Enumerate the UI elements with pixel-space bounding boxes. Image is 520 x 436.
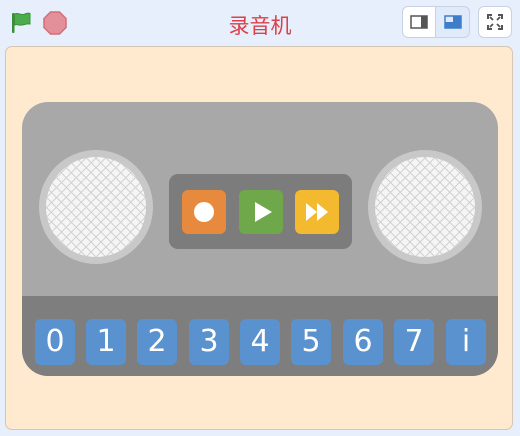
key-5[interactable]: 5 (291, 319, 331, 365)
large-stage-icon (443, 15, 462, 29)
play-icon (255, 202, 272, 222)
right-speaker (368, 150, 482, 264)
fast-forward-icon (306, 203, 328, 221)
fullscreen-button[interactable] (478, 6, 512, 38)
right-speaker-mesh (375, 157, 475, 257)
left-speaker (39, 150, 153, 264)
key-3[interactable]: 3 (189, 319, 229, 365)
transport-controls (169, 174, 352, 249)
small-stage-icon (410, 15, 428, 29)
small-stage-button[interactable] (402, 6, 436, 38)
play-button[interactable] (239, 190, 283, 234)
top-bar: 录音机 (0, 0, 520, 46)
stage-size-toggle (402, 6, 470, 38)
stage[interactable]: 0 1 2 3 4 5 6 7 i (5, 46, 513, 430)
key-info[interactable]: i (446, 319, 486, 365)
record-icon (194, 202, 214, 222)
fullscreen-icon (487, 14, 503, 30)
left-speaker-mesh (46, 157, 146, 257)
key-1[interactable]: 1 (86, 319, 126, 365)
record-button[interactable] (182, 190, 226, 234)
key-7[interactable]: 7 (394, 319, 434, 365)
key-2[interactable]: 2 (137, 319, 177, 365)
key-0[interactable]: 0 (35, 319, 75, 365)
key-4[interactable]: 4 (240, 319, 280, 365)
fast-forward-button[interactable] (295, 190, 339, 234)
large-stage-button[interactable] (436, 6, 470, 38)
cassette-player: 0 1 2 3 4 5 6 7 i (22, 102, 498, 376)
key-6[interactable]: 6 (343, 319, 383, 365)
